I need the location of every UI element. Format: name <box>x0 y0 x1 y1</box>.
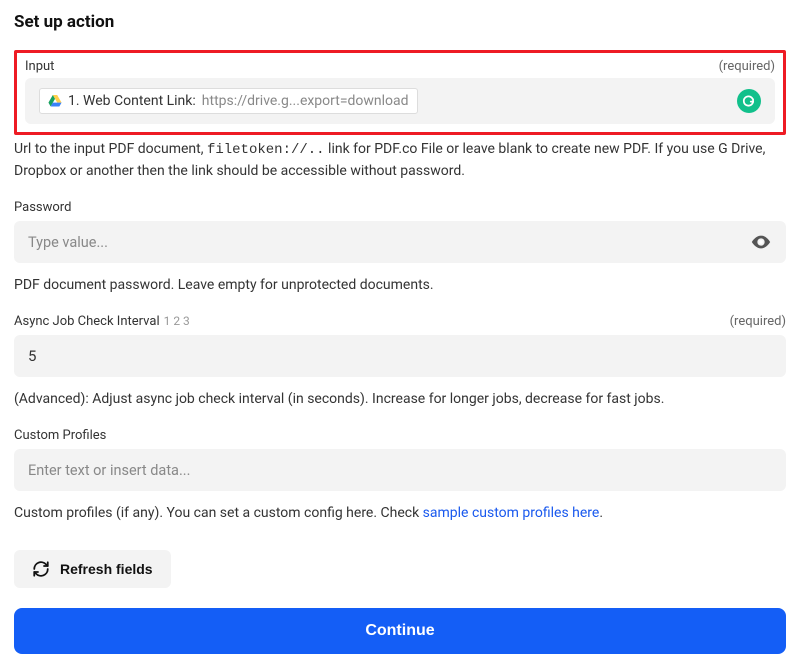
custom-profiles-placeholder: Enter text or insert data... <box>28 462 190 479</box>
input-pill-value: https://drive.g...export=download <box>202 93 409 109</box>
input-pill-label: 1. Web Content Link: <box>68 93 196 109</box>
page-title: Set up action <box>14 12 786 32</box>
grammarly-icon <box>737 89 761 113</box>
input-required-label: (required) <box>719 59 775 74</box>
async-steps: 1 2 3 <box>164 314 190 328</box>
input-field-highlight: Input (required) 1. Web Content Link: ht… <box>14 50 786 135</box>
refresh-fields-label: Refresh fields <box>60 561 153 577</box>
input-help-text: Url to the input PDF document, filetoken… <box>14 139 786 182</box>
input-label: Input <box>25 59 54 74</box>
password-input[interactable]: Type value... <box>14 221 786 263</box>
async-required-label: (required) <box>730 314 786 329</box>
password-label: Password <box>14 200 71 215</box>
gdrive-icon <box>48 95 62 107</box>
custom-profiles-field-group: Custom Profiles Enter text or insert dat… <box>14 428 786 491</box>
custom-profiles-input[interactable]: Enter text or insert data... <box>14 449 786 491</box>
refresh-icon <box>32 560 50 578</box>
async-value: 5 <box>28 347 36 365</box>
refresh-fields-button[interactable]: Refresh fields <box>14 550 171 588</box>
custom-profiles-help-text: Custom profiles (if any). You can set a … <box>14 503 786 524</box>
continue-button[interactable]: Continue <box>14 608 786 654</box>
async-label: Async Job Check Interval1 2 3 <box>14 314 190 329</box>
input-field[interactable]: 1. Web Content Link: https://drive.g...e… <box>25 78 775 124</box>
sample-profiles-link[interactable]: sample custom profiles here <box>423 505 600 521</box>
custom-profiles-label: Custom Profiles <box>14 428 106 443</box>
async-input[interactable]: 5 <box>14 335 786 377</box>
async-help-text: (Advanced): Adjust async job check inter… <box>14 389 786 410</box>
async-field-group: Async Job Check Interval1 2 3 (required)… <box>14 314 786 377</box>
password-help-text: PDF document password. Leave empty for u… <box>14 275 786 296</box>
password-field-group: Password Type value... <box>14 200 786 263</box>
password-placeholder: Type value... <box>28 234 108 251</box>
input-pill[interactable]: 1. Web Content Link: https://drive.g...e… <box>39 88 418 114</box>
eye-icon[interactable] <box>750 231 772 253</box>
